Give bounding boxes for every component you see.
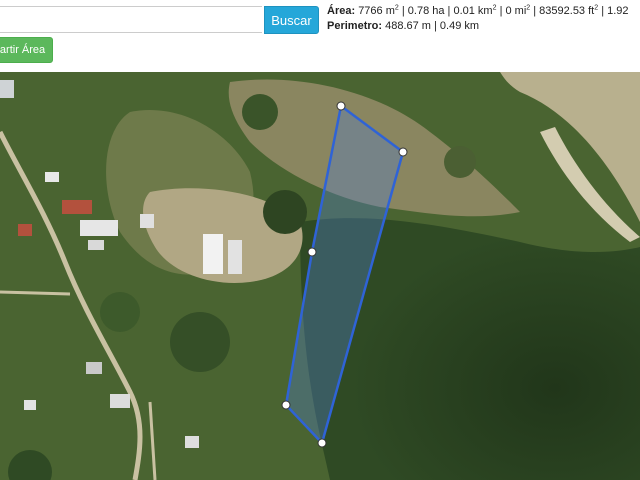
separator: | — [496, 5, 506, 17]
polygon-vertex-handle[interactable] — [281, 400, 291, 410]
split-area-button[interactable]: partir Área — [0, 37, 53, 63]
house-roof — [18, 224, 32, 236]
perimeter-label: Perimetro: — [327, 20, 383, 32]
road — [0, 290, 71, 296]
search-input[interactable] — [0, 6, 262, 33]
area-mi2: 0 mi — [505, 5, 527, 17]
area-extra: | 1.92 — [598, 5, 629, 17]
house-roof — [185, 436, 199, 448]
house-roof — [110, 394, 130, 408]
area-km2: 0.01 km — [453, 5, 493, 17]
perimeter-values: 488.67 m | 0.49 km — [385, 20, 480, 32]
house-roof — [0, 80, 14, 98]
tree-cluster — [444, 146, 476, 178]
polygon-vertex-handle[interactable] — [336, 101, 346, 111]
area-ha: 0.78 ha — [407, 5, 445, 17]
house-roof — [24, 400, 36, 410]
polygon-vertex-handle[interactable] — [317, 438, 327, 448]
house-roof — [86, 362, 102, 374]
tree-cluster — [100, 292, 140, 332]
area-row: Área: 7766 m2 | 0.78 ha | 0.01 km2 | 0 m… — [327, 4, 640, 19]
separator: | — [398, 5, 408, 17]
measurement-panel: Área: 7766 m2 | 0.78 ha | 0.01 km2 | 0 m… — [327, 4, 640, 34]
area-label: Área: — [327, 5, 356, 17]
separator: | — [530, 5, 540, 17]
tree-cluster — [263, 190, 307, 234]
building-roof — [203, 234, 223, 274]
polygon-vertex-handle[interactable] — [398, 147, 408, 157]
search-button[interactable]: Buscar — [264, 6, 319, 34]
area-ft2: 83592.53 ft — [539, 5, 595, 17]
house-roof — [80, 220, 118, 236]
house-roof — [45, 172, 59, 182]
perimeter-row: Perimetro: 488.67 m | 0.49 km — [327, 19, 640, 34]
satellite-map[interactable] — [0, 72, 640, 480]
area-m2: 7766 m — [358, 5, 395, 17]
top-toolbar: Buscar partir Área Área: 7766 m2 | 0.78 … — [0, 0, 640, 70]
map-canvas[interactable] — [0, 72, 640, 480]
building-roof — [228, 240, 242, 274]
house-roof — [62, 200, 92, 214]
tree-cluster — [170, 312, 230, 372]
house-roof — [140, 214, 154, 228]
polygon-vertex-handle[interactable] — [307, 247, 317, 257]
house-roof — [88, 240, 104, 250]
tree-cluster — [242, 94, 278, 130]
